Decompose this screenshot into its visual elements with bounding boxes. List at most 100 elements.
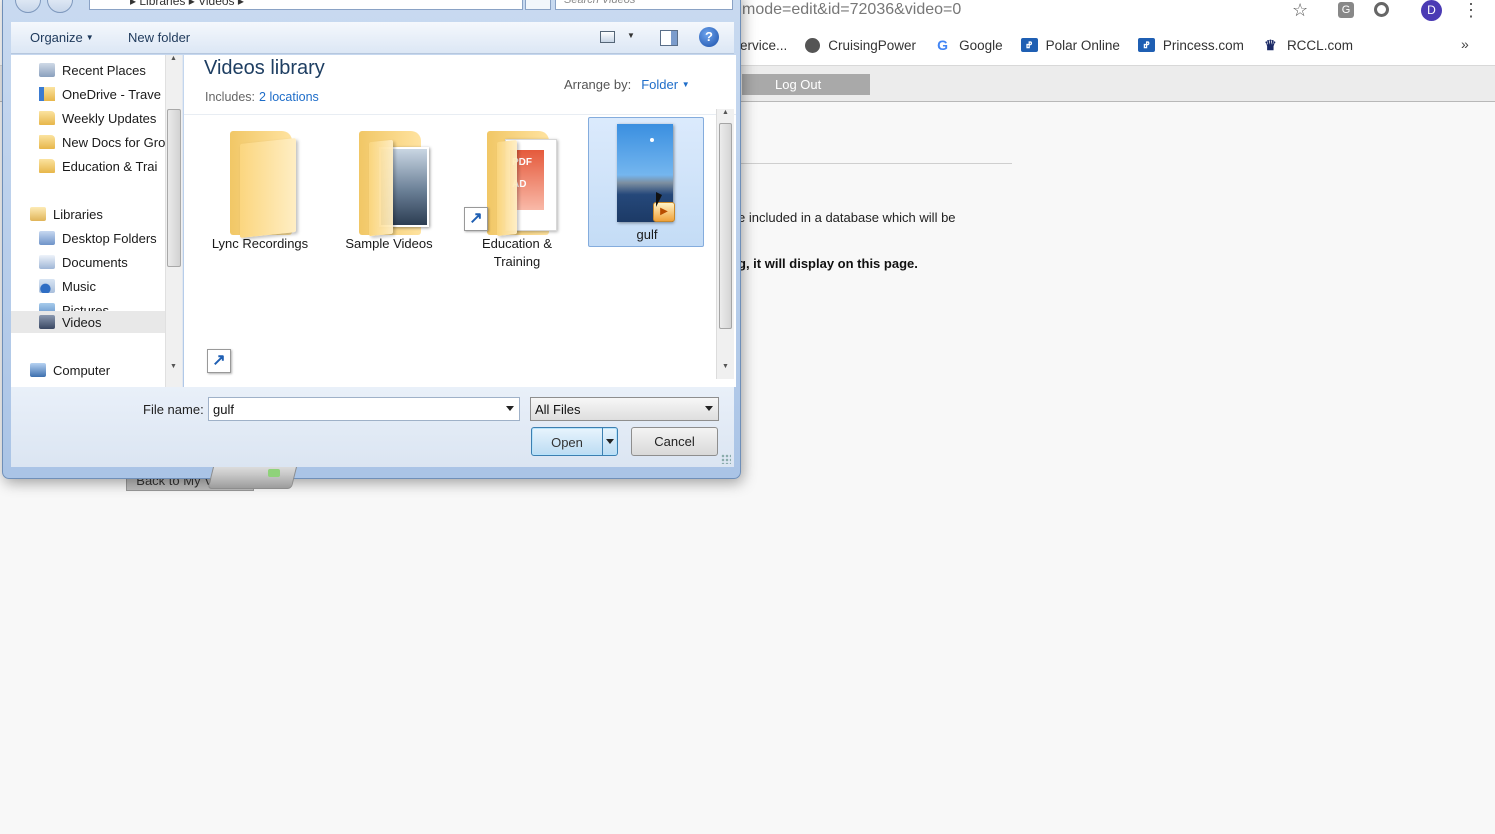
bookmark-cruisingpower[interactable]: CruisingPower — [805, 37, 917, 53]
computer-icon — [30, 363, 46, 377]
refresh-button[interactable] — [525, 0, 551, 10]
bookmark-polar-online[interactable]: ߝ Polar Online — [1020, 37, 1120, 53]
nav-label: Documents — [62, 254, 128, 270]
bookmark-service[interactable]: ervice... — [740, 38, 787, 53]
organize-button[interactable]: Organize ▼ — [30, 30, 94, 45]
forward-nav-button[interactable] — [47, 0, 73, 13]
nav-label: Weekly Updates — [62, 110, 157, 126]
scroll-up-icon[interactable]: ▲ — [722, 109, 729, 116]
profile-avatar[interactable]: D — [1421, 0, 1442, 21]
bookmark-google[interactable]: G Google — [934, 38, 1003, 53]
bookmark-label: CruisingPower — [828, 37, 917, 53]
desktop-folders-icon — [39, 231, 55, 245]
bookmark-rccl[interactable]: ♛ RCCL.com — [1262, 38, 1353, 53]
nav-libraries[interactable]: Libraries — [30, 203, 182, 225]
locations-link[interactable]: 2 locations — [259, 90, 319, 104]
bookmarks-more-icon[interactable]: » — [1461, 36, 1469, 52]
bookmark-label: RCCL.com — [1286, 37, 1353, 53]
file-name-label: File name: — [143, 402, 204, 417]
arrange-label: Arrange by: — [564, 77, 632, 92]
search-input[interactable]: Search Videos — [555, 0, 733, 10]
split-divider — [602, 428, 603, 455]
caret-down-icon[interactable] — [506, 406, 514, 411]
url-text[interactable]: mode=edit&id=72036&video=0 — [742, 1, 961, 19]
extension-circle-icon[interactable] — [1374, 2, 1389, 17]
arrange-by: Arrange by: Folder ▼ — [564, 77, 690, 92]
nav-documents[interactable]: Documents — [39, 251, 165, 273]
bookmark-label: Polar Online — [1045, 37, 1120, 53]
screen: mode=edit&id=72036&video=0 ☆ G D ⋮ ervic… — [0, 0, 1495, 834]
nav-desktop-folders[interactable]: Desktop Folders — [39, 227, 165, 249]
logout-button[interactable]: Log Out — [742, 74, 870, 95]
grammarly-extension-icon[interactable]: G — [1338, 2, 1354, 18]
library-includes: Includes: 2 locations — [205, 90, 319, 104]
scroll-down-icon[interactable]: ▼ — [722, 363, 729, 370]
nav-education-training[interactable]: Education & Trai — [39, 155, 165, 177]
item-label: gulf — [636, 227, 658, 242]
back-nav-button[interactable] — [15, 0, 41, 13]
file-list-scrollbar[interactable]: ▲ ▼ — [716, 109, 734, 379]
folder-icon — [230, 131, 296, 238]
file-name-input[interactable]: gulf — [208, 397, 520, 421]
cancel-button[interactable]: Cancel — [631, 427, 718, 456]
scroll-thumb[interactable] — [167, 109, 181, 267]
scroll-up-icon[interactable]: ▲ — [170, 55, 177, 62]
bookmark-princess[interactable]: ߝ Princess.com — [1137, 38, 1244, 53]
item-sample-videos[interactable]: Sample Videos — [331, 125, 447, 265]
item-gulf-video[interactable]: ▶ gulf — [588, 117, 704, 247]
preview-pane-icon[interactable] — [660, 30, 678, 46]
open-options-caret-icon[interactable] — [606, 439, 614, 444]
arrange-value: Folder — [641, 77, 679, 92]
open-label: Open — [551, 435, 583, 450]
new-folder-button[interactable]: New folder — [128, 30, 190, 45]
onedrive-folder-icon — [39, 87, 55, 101]
open-button[interactable]: Open — [531, 427, 618, 456]
change-view-icon[interactable] — [600, 31, 615, 43]
bookmark-star-icon[interactable]: ☆ — [1292, 0, 1308, 21]
navigation-scrollbar[interactable]: ▲ ▼ — [165, 55, 182, 387]
nav-music[interactable]: Music — [39, 275, 165, 297]
help-icon[interactable]: ? — [699, 27, 719, 47]
caret-down-icon: ▼ — [85, 33, 94, 42]
rccl-icon: ♛ — [1264, 37, 1277, 53]
item-drive-shortcut[interactable]: ↗ — [184, 239, 314, 489]
view-options-caret-icon[interactable]: ▼ — [627, 31, 635, 40]
file-name-value: gulf — [213, 402, 234, 417]
nav-label: OneDrive - Trave — [62, 86, 161, 102]
bookmark-label: Google — [959, 37, 1003, 53]
folder-icon — [39, 135, 55, 149]
divider — [184, 114, 736, 115]
princess-icon: ߝ — [1137, 38, 1155, 52]
nav-onedrive[interactable]: OneDrive - Trave — [39, 83, 165, 105]
nav-label: Libraries — [53, 206, 103, 222]
file-type-value: All Files — [535, 402, 581, 417]
scroll-thumb[interactable] — [719, 123, 732, 329]
document-folder-icon: PDF AD — [487, 131, 557, 237]
browser-menu-icon[interactable]: ⋮ — [1462, 0, 1480, 20]
file-type-select[interactable]: All Files — [530, 397, 719, 421]
nav-recent-places[interactable]: Recent Places — [39, 59, 182, 81]
nav-label: New Docs for Gro — [62, 134, 165, 150]
divider — [740, 163, 1012, 164]
recent-places-icon — [39, 63, 55, 77]
file-open-dialog: ▸ Libraries ▸ Videos ▸ Search Videos Org… — [2, 0, 741, 489]
nav-label: Music — [62, 278, 96, 294]
item-label: Education & Training — [481, 236, 553, 269]
arrange-by-dropdown[interactable]: Folder ▼ — [641, 77, 689, 92]
libraries-icon — [30, 207, 46, 221]
mouse-cursor-icon — [656, 192, 662, 207]
address-breadcrumb[interactable]: ▸ Libraries ▸ Videos ▸ — [89, 0, 523, 10]
nav-videos[interactable]: Videos — [11, 311, 165, 333]
nav-weekly-updates[interactable]: Weekly Updates — [39, 107, 165, 129]
item-education-training[interactable]: PDF AD ↗ Education & Training — [459, 125, 575, 269]
nav-computer[interactable]: Computer — [30, 359, 182, 381]
resize-grip-icon[interactable] — [721, 454, 731, 464]
navigation-pane: Recent Places OneDrive - Trave Weekly Up… — [11, 55, 183, 387]
scroll-down-icon[interactable]: ▼ — [170, 363, 177, 370]
nav-label: Recent Places — [62, 62, 146, 78]
page-text: e included in a database which will be — [738, 210, 956, 225]
google-icon: G — [937, 37, 948, 53]
bookmarks-bar: ervice... CruisingPower G Google ߝ Polar O… — [740, 34, 1371, 56]
nav-new-docs[interactable]: New Docs for Gro — [39, 131, 165, 153]
includes-label: Includes: — [205, 90, 256, 104]
